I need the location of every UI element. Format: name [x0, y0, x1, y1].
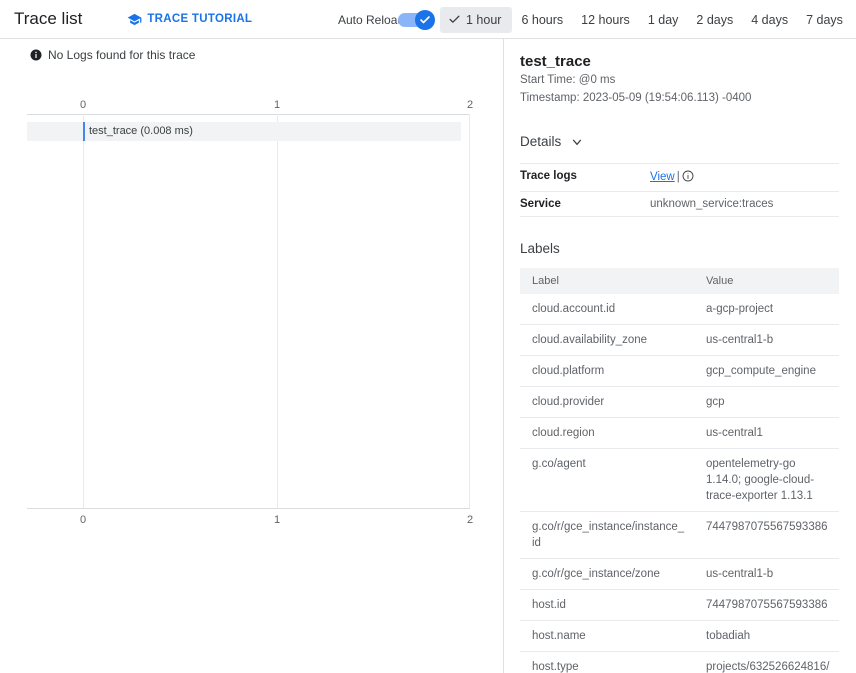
chart-axis-top: 0 1 2 — [27, 99, 474, 113]
gridline-2 — [469, 114, 470, 509]
chevron-down-icon — [570, 135, 584, 149]
tick-label-bottom-1: 1 — [273, 514, 281, 526]
label-key: cloud.region — [520, 417, 694, 449]
detail-separator: | — [676, 171, 680, 183]
detail-value-service: unknown_service:traces — [650, 191, 839, 217]
label-value: tobadiah — [694, 620, 839, 652]
label-value: us-central1-b — [694, 558, 839, 590]
range-button-7-days[interactable]: 7 days — [797, 7, 852, 33]
time-range-selector[interactable]: 1 hour 6 hours 12 hours 1 day 2 days 4 d… — [440, 0, 856, 39]
label-key: cloud.provider — [520, 386, 694, 418]
label-value: projects/632526624816/machineTypes/e2-sm… — [694, 651, 839, 673]
label-value: gcp — [694, 386, 839, 418]
gridline-1 — [277, 114, 278, 509]
label-value: us-central1 — [694, 417, 839, 449]
labels-column-label: Label — [520, 268, 694, 294]
tick-label-top-2: 2 — [466, 99, 474, 111]
check-icon — [448, 13, 461, 26]
label-key: g.co/agent — [520, 448, 694, 512]
range-button-1-hour[interactable]: 1 hour — [440, 6, 513, 33]
tick-label-bottom-2: 2 — [466, 514, 474, 526]
table-row: cloud.provider gcp — [520, 386, 839, 418]
trace-detail-pane: test_trace Start Time: @0 ms Timestamp: … — [504, 39, 855, 673]
view-logs-link[interactable]: View — [650, 171, 675, 183]
labels-table: Label Value cloud.account.id a-gcp-projec… — [520, 268, 839, 673]
range-button-2-days[interactable]: 2 days — [687, 7, 742, 33]
table-row: g.co/agent opentelemetry-go 1.14.0; googl… — [520, 448, 839, 512]
label-value: 7447987075567593386 — [694, 511, 839, 559]
label-value: gcp_compute_engine — [694, 355, 839, 387]
auto-reload-control[interactable]: Auto Reload — [338, 0, 436, 39]
chart-axis-line-bottom — [27, 508, 470, 509]
toggle-thumb — [415, 9, 436, 30]
trace-timestamp: Timestamp: 2023-05-09 (19:54:06.113) -04… — [520, 92, 752, 104]
label-key: g.co/r/gce_instance/instance_id — [520, 511, 694, 559]
table-row: host.name tobadiah — [520, 620, 839, 652]
table-row: cloud.availability_zone us-central1-b — [520, 324, 839, 356]
label-value: 7447987075567593386 — [694, 589, 839, 621]
label-key: cloud.platform — [520, 355, 694, 387]
details-section-toggle[interactable]: Details — [520, 134, 584, 149]
span-label: test_trace (0.008 ms) — [89, 125, 193, 137]
trace-waterfall-chart[interactable]: 0 1 2 test_trace (0.008 ms) 0 1 2 — [27, 99, 474, 526]
auto-reload-label: Auto Reload — [338, 12, 405, 27]
table-row: host.typeprojects/632526624816/machineTy… — [520, 651, 839, 673]
graduation-cap-icon — [127, 12, 142, 27]
chart-axis-line-top — [27, 114, 470, 115]
detail-key-trace-logs: Trace logs — [520, 163, 650, 192]
no-logs-notice: No Logs found for this trace — [30, 48, 503, 62]
table-row: host.id 7447987075567593386 — [520, 589, 839, 621]
label-key: g.co/r/gce_instance/zone — [520, 558, 694, 590]
label-key: host.id — [520, 589, 694, 621]
top-bar: Trace list TRACE TUTORIAL Auto Reload 1 … — [0, 0, 856, 39]
label-key: host.name — [520, 620, 694, 652]
label-key: host.type — [520, 651, 694, 673]
table-row: g.co/r/gce_instance/instance_id 744798707… — [520, 511, 839, 559]
details-label: Details — [520, 134, 562, 149]
trace-detail-title: test_trace — [520, 53, 591, 70]
detail-row-service: Service unknown_service:traces — [520, 191, 839, 217]
range-button-14-days[interactable]: 14 days — [852, 7, 856, 33]
detail-value-trace-logs: View | — [650, 163, 839, 192]
range-button-1-day[interactable]: 1 day — [639, 7, 688, 33]
trace-details-table: Trace logs View | Service unknown_service… — [520, 163, 839, 217]
main-content: No Logs found for this trace 0 1 2 test_… — [0, 39, 856, 673]
info-outline-icon[interactable] — [682, 170, 694, 185]
range-label: 1 hour — [466, 12, 502, 27]
detail-key-service: Service — [520, 191, 650, 217]
tick-label-bottom-0: 0 — [79, 514, 87, 526]
table-row: cloud.region us-central1 — [520, 417, 839, 449]
table-row: g.co/r/gce_instance/zone us-central1-b — [520, 558, 839, 590]
gridline-0 — [83, 114, 84, 509]
info-icon — [30, 49, 42, 61]
range-button-6-hours[interactable]: 6 hours — [512, 7, 572, 33]
trace-timeline-pane: No Logs found for this trace 0 1 2 test_… — [0, 39, 504, 673]
trace-tutorial-label: TRACE TUTORIAL — [147, 13, 253, 25]
span-duration-bar — [83, 122, 85, 141]
labels-table-body: cloud.account.id a-gcp-project cloud.avai… — [520, 294, 839, 673]
table-row: cloud.platform gcp_compute_engine — [520, 355, 839, 387]
labels-column-value: Value — [694, 268, 839, 294]
label-value: us-central1-b — [694, 324, 839, 356]
tick-label-top-0: 0 — [79, 99, 87, 111]
tick-label-top-1: 1 — [273, 99, 281, 111]
chart-axis-bottom: 0 1 2 — [27, 510, 474, 526]
labels-heading: Labels — [520, 241, 560, 256]
range-button-12-hours[interactable]: 12 hours — [572, 7, 639, 33]
auto-reload-toggle[interactable] — [398, 9, 436, 30]
label-key: cloud.account.id — [520, 294, 694, 325]
trace-start-time: Start Time: @0 ms — [520, 74, 616, 86]
span-row[interactable]: test_trace (0.008 ms) — [27, 122, 461, 141]
label-key: cloud.availability_zone — [520, 324, 694, 356]
labels-header-row: Label Value — [520, 268, 839, 294]
no-logs-text: No Logs found for this trace — [48, 48, 196, 62]
label-value: opentelemetry-go 1.14.0; google-cloud-tr… — [694, 448, 839, 512]
table-row: cloud.account.id a-gcp-project — [520, 294, 839, 325]
range-button-4-days[interactable]: 4 days — [742, 7, 797, 33]
labels-table-head: Label Value — [520, 268, 839, 294]
trace-tutorial-link[interactable]: TRACE TUTORIAL — [127, 12, 252, 27]
label-value: a-gcp-project — [694, 294, 839, 325]
page-title: Trace list — [14, 9, 83, 28]
detail-row-trace-logs: Trace logs View | — [520, 163, 839, 192]
